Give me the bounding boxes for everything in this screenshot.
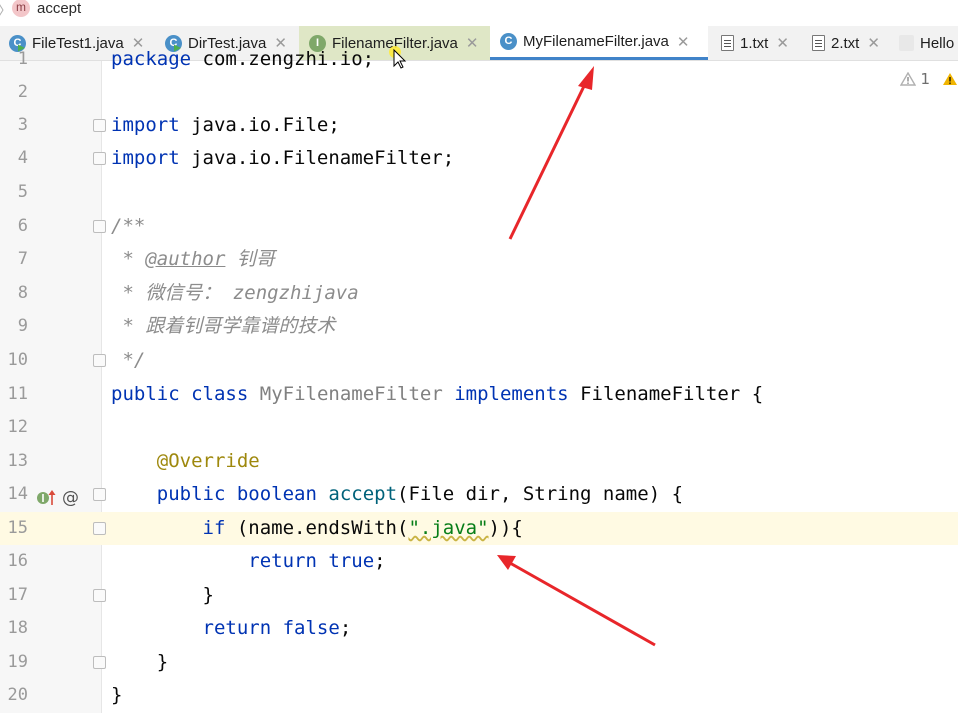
arrow-to-active-tab (508, 66, 594, 240)
mouse-cursor-icon (389, 46, 407, 69)
arrow-to-string-literal (497, 555, 656, 647)
annotation-overlay (389, 46, 656, 647)
